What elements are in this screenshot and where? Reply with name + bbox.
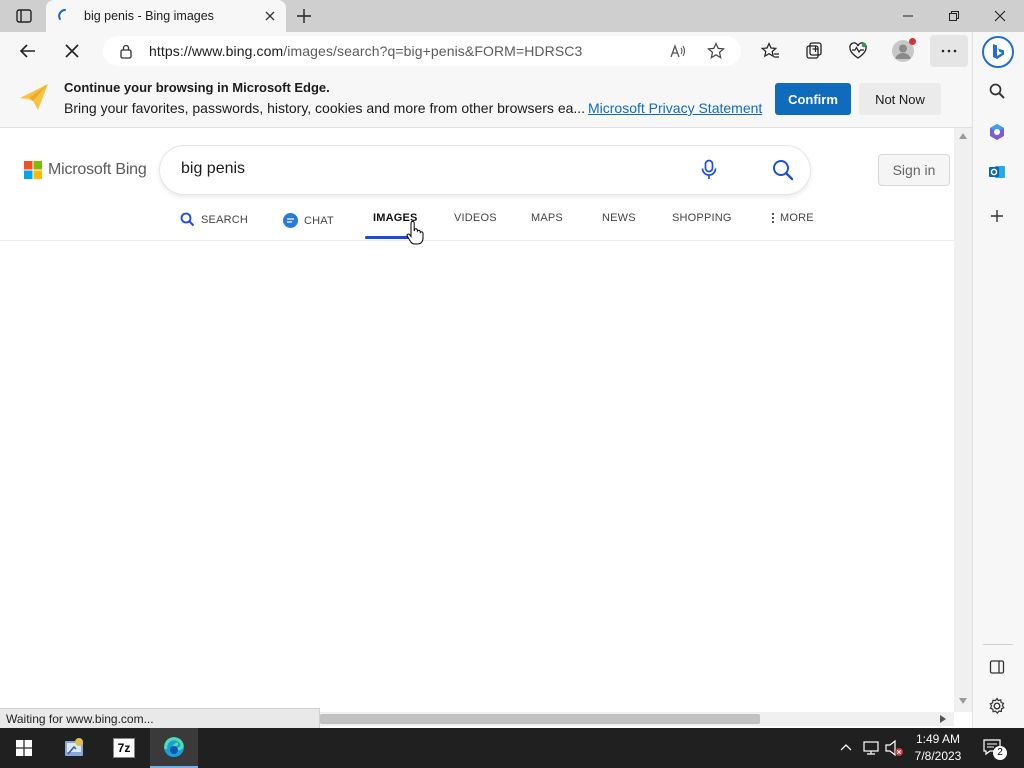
volume-muted-icon[interactable]	[884, 739, 904, 757]
tab-news[interactable]: NEWS	[602, 212, 636, 224]
status-bubble: Waiting for www.bing.com...	[0, 708, 320, 728]
tab-more-label: MORE	[780, 212, 814, 224]
scroll-right-arrow-icon[interactable]	[940, 715, 946, 723]
profile-alert-dot	[909, 38, 916, 45]
search-icon[interactable]	[772, 159, 794, 181]
sidebar-outlook-icon[interactable]	[988, 163, 1006, 181]
tab-news-label: NEWS	[602, 212, 636, 224]
system-tools-icon	[65, 738, 83, 756]
sidebar-shopping-icon[interactable]	[988, 123, 1006, 141]
tab-actions-icon	[16, 9, 32, 23]
not-now-button[interactable]: Not Now	[859, 83, 941, 115]
search-scope-icon	[180, 212, 195, 227]
tab-title: big penis - Bing images	[84, 9, 214, 23]
windows-taskbar: 7z 1:49 AM 7/8/2023 2	[0, 728, 1024, 768]
favorites-icon[interactable]	[760, 41, 780, 61]
microsoft-logo-icon	[24, 161, 42, 179]
collections-icon[interactable]	[804, 41, 824, 61]
infobar-title: Continue your browsing in Microsoft Edge…	[64, 80, 330, 95]
web-page: Microsoft Bing big penis Sign in SEARCH …	[0, 128, 954, 708]
sidebar-add-icon[interactable]	[989, 208, 1005, 224]
paper-plane-icon	[20, 84, 48, 110]
taskbar-app-edge[interactable]	[150, 728, 198, 768]
close-window-button[interactable]	[977, 4, 1023, 28]
active-tab[interactable]: big penis - Bing images	[46, 0, 286, 32]
tab-chat-label: CHAT	[304, 214, 334, 227]
tab-strip: big penis - Bing images	[0, 0, 1024, 32]
taskbar-app-tools[interactable]	[50, 728, 98, 768]
sidebar-divider	[983, 644, 1013, 645]
taskbar-app-7zip[interactable]: 7z	[100, 728, 148, 768]
network-icon[interactable]	[862, 740, 880, 756]
chat-bubble-icon	[283, 213, 298, 228]
minimize-button[interactable]	[885, 4, 931, 28]
scroll-up-arrow-icon[interactable]	[959, 133, 967, 139]
search-box[interactable]: big penis	[160, 146, 810, 194]
bing-logo[interactable]: Microsoft Bing	[24, 161, 147, 179]
search-scope-nav: SEARCH CHAT IMAGES VIDEOS MAPS NEWS SHOP…	[0, 206, 954, 241]
sidebar-settings-gear-icon[interactable]	[988, 697, 1006, 715]
horizontal-scroll-thumb[interactable]	[320, 714, 760, 724]
windows-logo-icon	[16, 740, 32, 756]
stop-loading-icon[interactable]	[62, 41, 82, 61]
browser-toolbar: https://www.bing.com/images/search?q=big…	[0, 32, 972, 70]
clock-date: 7/8/2023	[914, 749, 962, 763]
restore-icon	[949, 11, 959, 21]
tab-maps-label: MAPS	[531, 212, 563, 224]
hand-pointer-cursor-icon	[406, 221, 424, 245]
tab-maps[interactable]: MAPS	[531, 212, 563, 224]
tab-search[interactable]: SEARCH	[180, 212, 248, 227]
infobar-description: Bring your favorites, passwords, history…	[64, 100, 586, 116]
edge-import-infobar: Continue your browsing in Microsoft Edge…	[0, 70, 972, 128]
close-tab-icon[interactable]	[262, 8, 278, 24]
bing-chat-button[interactable]	[982, 36, 1014, 68]
loading-spinner-icon	[58, 9, 66, 20]
tab-actions-button[interactable]	[8, 4, 40, 28]
tab-chat[interactable]: CHAT	[282, 212, 334, 229]
back-arrow-icon[interactable]	[18, 41, 38, 61]
taskbar-clock[interactable]: 1:49 AM 7/8/2023	[906, 731, 970, 765]
clock-time: 1:49 AM	[915, 732, 961, 746]
confirm-button[interactable]: Confirm	[775, 83, 851, 115]
search-input[interactable]: big penis	[181, 160, 245, 178]
vertical-dots-icon	[771, 212, 775, 224]
favorite-star-icon[interactable]	[707, 42, 725, 60]
tab-more[interactable]: MORE	[770, 212, 814, 224]
scroll-down-arrow-icon[interactable]	[959, 698, 967, 704]
edge-sidebar	[972, 32, 1024, 728]
tab-search-label: SEARCH	[201, 213, 249, 226]
hide-sidebar-icon[interactable]	[989, 659, 1005, 675]
tab-videos-label: VIDEOS	[454, 212, 497, 224]
browser-essentials-icon[interactable]	[848, 41, 868, 61]
settings-more-button[interactable]	[930, 35, 968, 67]
lock-icon[interactable]	[119, 44, 133, 59]
new-tab-icon[interactable]	[294, 6, 314, 26]
sign-in-button[interactable]: Sign in	[878, 154, 950, 186]
vertical-scrollbar[interactable]	[954, 128, 972, 712]
tab-shopping-label: SHOPPING	[672, 212, 732, 224]
bing-icon	[993, 44, 1004, 59]
edge-browser-icon	[164, 737, 184, 757]
restore-button[interactable]	[931, 4, 977, 28]
address-bar[interactable]: https://www.bing.com/images/search?q=big…	[103, 36, 741, 66]
action-center-button[interactable]: 2	[982, 738, 1007, 760]
show-hidden-icons-chevron-icon[interactable]	[840, 743, 852, 751]
7zip-icon: 7z	[113, 738, 135, 758]
close-icon	[994, 10, 1006, 22]
microphone-icon[interactable]	[700, 159, 718, 181]
bing-logo-text: Microsoft Bing	[48, 161, 147, 178]
url-text[interactable]: https://www.bing.com/images/search?q=big…	[149, 43, 582, 59]
tab-videos[interactable]: VIDEOS	[454, 212, 497, 224]
tab-shopping[interactable]: SHOPPING	[672, 212, 732, 224]
more-dots-icon	[941, 49, 957, 53]
read-aloud-icon[interactable]	[669, 43, 687, 59]
profile-avatar[interactable]	[892, 38, 916, 62]
privacy-statement-link[interactable]: Microsoft Privacy Statement	[588, 100, 762, 116]
notification-count-badge: 2	[993, 746, 1007, 760]
start-button[interactable]	[0, 728, 48, 768]
minimize-icon	[903, 15, 913, 17]
sidebar-search-icon[interactable]	[988, 82, 1006, 100]
